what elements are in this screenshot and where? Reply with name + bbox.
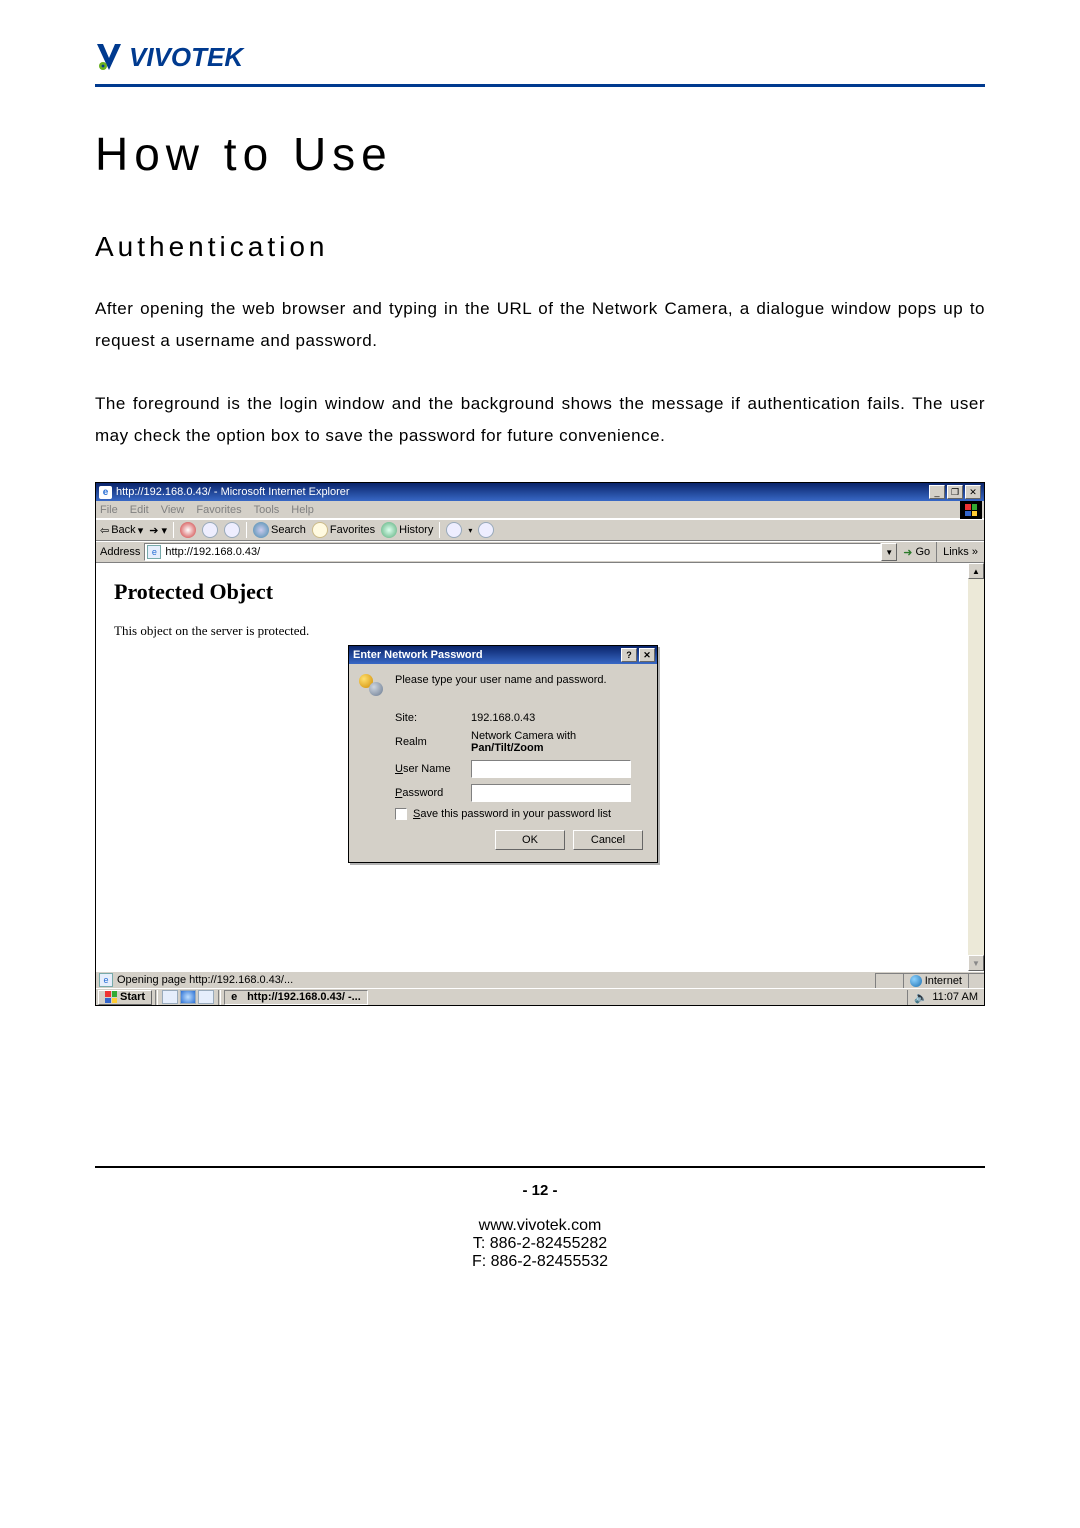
go-button[interactable]: ➜Go <box>897 546 936 559</box>
protected-object-heading: Protected Object <box>114 579 966 605</box>
globe-icon <box>910 975 922 987</box>
taskbar: Start e http://192.168.0.43/ -... 🔈 11:0… <box>96 988 984 1005</box>
dialog-title: Enter Network Password <box>353 649 483 661</box>
page-footer: - 12 - www.vivotek.com T: 886-2-82455282… <box>95 1182 985 1271</box>
password-label: Password <box>395 787 465 799</box>
quicklaunch-ie-icon[interactable] <box>180 990 196 1004</box>
footer-url: www.vivotek.com <box>95 1217 985 1235</box>
scroll-up-button[interactable]: ▲ <box>968 563 984 579</box>
ie-toolbar: ⇦ Back ▾ ➔ ▾ Search Favorites History ▾ <box>96 519 984 541</box>
save-password-checkbox[interactable] <box>395 808 407 820</box>
menu-view[interactable]: View <box>161 504 185 516</box>
taskbar-app-button[interactable]: e http://192.168.0.43/ -... <box>224 990 368 1005</box>
close-button[interactable]: ✕ <box>965 485 981 499</box>
cancel-button[interactable]: Cancel <box>573 830 643 850</box>
ie-window-title: http://192.168.0.43/ - Microsoft Interne… <box>116 486 350 498</box>
quicklaunch-icon[interactable] <box>162 990 178 1004</box>
header-rule <box>95 84 985 87</box>
ie-titlebar: e http://192.168.0.43/ - Microsoft Inter… <box>96 483 984 501</box>
dialog-titlebar: Enter Network Password ? ✕ <box>349 646 657 664</box>
status-page-icon: e <box>99 973 113 987</box>
address-dropdown[interactable]: ▼ <box>881 543 897 561</box>
status-text: Opening page http://192.168.0.43/... <box>117 974 293 986</box>
menu-favorites[interactable]: Favorites <box>196 504 241 516</box>
dialog-prompt: Please type your user name and password. <box>395 674 607 686</box>
history-icon <box>381 522 397 538</box>
zone-indicator: Internet <box>903 973 968 988</box>
footer-fax: F: 886-2-82455532 <box>95 1253 985 1271</box>
refresh-icon[interactable] <box>202 522 218 538</box>
ie-icon: e <box>99 486 112 499</box>
ie-menubar: File Edit View Favorites Tools Help <box>96 501 984 519</box>
mail-icon[interactable] <box>446 522 462 538</box>
menu-edit[interactable]: Edit <box>130 504 149 516</box>
menu-file[interactable]: File <box>100 504 118 516</box>
page-title: How to Use <box>95 127 985 181</box>
print-icon[interactable] <box>478 522 494 538</box>
realm-value: Network Camera with Pan/Tilt/Zoom <box>471 730 647 754</box>
scroll-track[interactable] <box>968 579 984 955</box>
scroll-down-button[interactable]: ▼ <box>968 955 984 971</box>
favorites-icon <box>312 522 328 538</box>
keys-icon <box>359 674 385 704</box>
site-label: Site: <box>395 712 465 724</box>
page-number: - 12 - <box>95 1182 985 1199</box>
forward-button[interactable]: ➔ ▾ <box>149 524 167 537</box>
ie-addressbar: Address e http://192.168.0.43/ ▼ ➜Go Lin… <box>96 541 984 563</box>
menu-tools[interactable]: Tools <box>254 504 280 516</box>
ok-button[interactable]: OK <box>495 830 565 850</box>
quicklaunch-desktop-icon[interactable] <box>198 990 214 1004</box>
address-label: Address <box>96 546 144 558</box>
address-value: http://192.168.0.43/ <box>165 546 260 558</box>
protected-object-text: This object on the server is protected. <box>114 623 966 639</box>
search-icon <box>253 522 269 538</box>
section-title: Authentication <box>95 231 985 263</box>
ie-throbber-icon <box>960 501 982 519</box>
ie-viewport: ▲ ▼ Protected Object This object on the … <box>96 563 984 971</box>
ie-icon: e <box>231 991 243 1003</box>
password-input[interactable] <box>471 784 631 802</box>
brand-logo: VIVOTEK <box>95 40 985 74</box>
realm-label: Realm <box>395 736 465 748</box>
dialog-close-button[interactable]: ✕ <box>639 648 655 662</box>
stop-icon[interactable] <box>180 522 196 538</box>
menu-help[interactable]: Help <box>291 504 314 516</box>
maximize-button[interactable]: ❐ <box>947 485 963 499</box>
page-icon: e <box>147 545 161 559</box>
minimize-button[interactable]: _ <box>929 485 945 499</box>
ie-screenshot: e http://192.168.0.43/ - Microsoft Inter… <box>95 482 985 1006</box>
username-label: User Name <box>395 763 465 775</box>
address-input[interactable]: e http://192.168.0.43/ <box>144 543 881 561</box>
home-icon[interactable] <box>224 522 240 538</box>
tray-clock: 11:07 AM <box>932 991 978 1003</box>
brand-mark-icon <box>95 40 123 74</box>
start-button[interactable]: Start <box>98 990 152 1005</box>
volume-icon[interactable]: 🔈 <box>914 991 926 1003</box>
intro-para-2: The foreground is the login window and t… <box>95 388 985 453</box>
links-button[interactable]: Links » <box>936 542 984 562</box>
back-button[interactable]: ⇦ Back ▾ <box>100 524 143 537</box>
ie-statusbar: e Opening page http://192.168.0.43/... I… <box>96 971 984 988</box>
dialog-help-button[interactable]: ? <box>621 648 637 662</box>
save-password-label: Save this password in your password list <box>413 808 611 820</box>
search-button[interactable]: Search <box>253 522 306 538</box>
favorites-button[interactable]: Favorites <box>312 522 375 538</box>
windows-flag-icon <box>105 991 117 1003</box>
site-value: 192.168.0.43 <box>471 712 647 724</box>
footer-tel: T: 886-2-82455282 <box>95 1235 985 1253</box>
system-tray: 🔈 11:07 AM <box>907 990 984 1005</box>
username-input[interactable] <box>471 760 631 778</box>
brand-name: VIVOTEK <box>129 42 243 73</box>
intro-para-1: After opening the web browser and typing… <box>95 293 985 358</box>
auth-dialog: Enter Network Password ? ✕ Please type y… <box>348 645 658 863</box>
history-button[interactable]: History <box>381 522 433 538</box>
footer-rule <box>95 1166 985 1168</box>
